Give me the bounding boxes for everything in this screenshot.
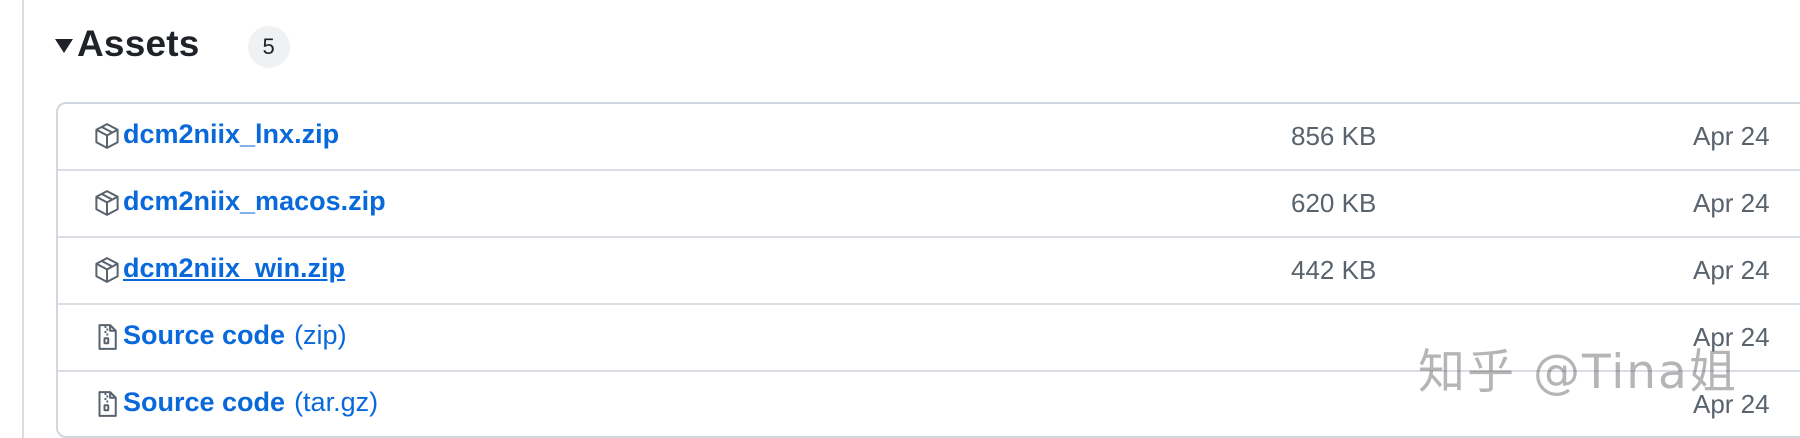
asset-name: dcm2niix_macos.zip — [123, 186, 386, 216]
asset-row: dcm2niix_win.zip 442 KB Apr 24 — [58, 238, 1800, 305]
timeline-divider — [22, 0, 24, 438]
asset-row: Source code (zip) Apr 24 — [58, 305, 1800, 372]
triangle-down-icon[interactable] — [55, 39, 73, 53]
file-zip-icon — [98, 324, 117, 350]
assets-header[interactable]: Assets 5 — [55, 18, 290, 70]
asset-link-dcm2niix-macos[interactable]: dcm2niix_macos.zip — [123, 186, 386, 217]
assets-count-badge: 5 — [247, 26, 290, 68]
asset-format: (tar.gz) — [294, 387, 379, 417]
asset-link-dcm2niix-lnx[interactable]: dcm2niix_lnx.zip — [123, 119, 339, 150]
package-icon — [95, 123, 119, 149]
asset-date: Apr 24 — [1693, 389, 1770, 419]
asset-link-dcm2niix-win[interactable]: dcm2niix_win.zip — [123, 253, 345, 284]
asset-date: Apr 24 — [1693, 188, 1770, 218]
asset-name: Source code — [123, 320, 286, 350]
asset-name: Source code — [123, 387, 286, 417]
asset-size: 620 KB — [1291, 188, 1377, 218]
package-icon — [95, 190, 119, 216]
asset-row: dcm2niix_macos.zip 620 KB Apr 24 — [58, 171, 1800, 238]
asset-date: Apr 24 — [1693, 121, 1770, 151]
asset-date: Apr 24 — [1693, 255, 1770, 285]
asset-name: dcm2niix_win.zip — [123, 253, 346, 283]
asset-size: 856 KB — [1291, 121, 1377, 151]
asset-size: 442 KB — [1291, 255, 1377, 285]
asset-name: dcm2niix_lnx.zip — [123, 119, 340, 149]
release-assets-page: Assets 5 dcm2niix_lnx.zip 856 KB Apr 24 … — [0, 0, 1800, 438]
assets-title[interactable]: Assets — [77, 23, 200, 65]
asset-format: (zip) — [294, 320, 347, 350]
source-code-zip-link[interactable]: Source code (zip) — [123, 320, 347, 351]
asset-row: dcm2niix_lnx.zip 856 KB Apr 24 — [58, 104, 1800, 171]
package-icon — [95, 257, 119, 283]
assets-list: dcm2niix_lnx.zip 856 KB Apr 24 dcm2niix_… — [56, 102, 1800, 438]
source-code-targz-link[interactable]: Source code (tar.gz) — [123, 387, 378, 418]
asset-date: Apr 24 — [1693, 322, 1770, 352]
asset-row: Source code (tar.gz) Apr 24 — [58, 372, 1800, 436]
file-zip-icon — [98, 391, 117, 417]
